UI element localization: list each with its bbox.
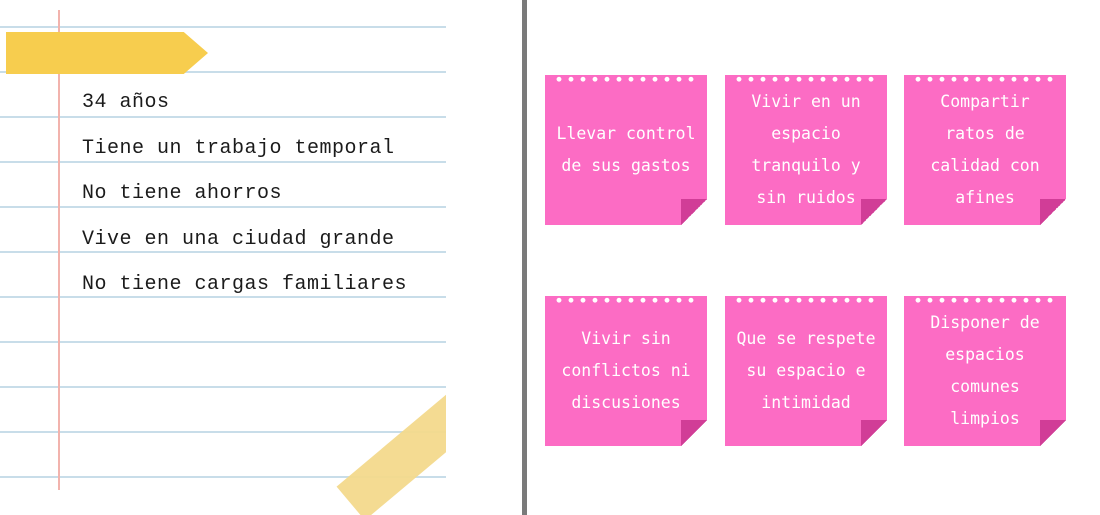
fact-item: No tiene ahorros — [82, 182, 283, 205]
sticky-note-text: Vivir sin conflictos ni discusiones — [561, 329, 691, 412]
sticky-note: Disponer de espacios comunes limpios — [904, 296, 1066, 446]
sticky-note: Que se respete su espacio e intimidad — [725, 296, 887, 446]
sticky-notes-board: Llevar control de sus gastos Vivir en un… — [545, 0, 1085, 515]
sticky-note-text: Vivir en un espacio tranquilo y sin ruid… — [751, 92, 861, 207]
sticky-note-text: Llevar control de sus gastos — [556, 124, 696, 175]
fact-item: Tiene un trabajo temporal — [82, 136, 395, 160]
paper-rule — [0, 386, 446, 388]
vertical-divider — [522, 0, 527, 515]
sticky-note: Compartir ratos de calidad con afines — [904, 75, 1066, 225]
tape-strip-top — [6, 32, 208, 74]
sticky-note: Vivir en un espacio tranquilo y sin ruid… — [725, 75, 887, 225]
paper-rule — [0, 431, 446, 433]
paper-rule — [0, 26, 446, 28]
fact-item: 34 años — [82, 91, 170, 114]
persona-facts-list: 34 años Tiene un trabajo temporal No tie… — [82, 86, 407, 314]
sticky-note: Vivir sin conflictos ni discusiones — [545, 296, 707, 446]
sticky-note-text: Disponer de espacios comunes limpios — [930, 313, 1040, 428]
sticky-note-text: Que se respete su espacio e intimidad — [736, 329, 876, 412]
sticky-note: Llevar control de sus gastos — [545, 75, 707, 225]
paper-rule — [0, 341, 446, 343]
tape-strip-bottom — [336, 383, 446, 515]
notebook-paper: 34 años Tiene un trabajo temporal No tie… — [0, 0, 446, 515]
fact-item: Vive en una ciudad grande — [82, 227, 395, 251]
margin-line — [58, 10, 60, 490]
fact-item: No tiene cargas familiares — [82, 273, 408, 296]
sticky-note-text: Compartir ratos de calidad con afines — [930, 92, 1040, 207]
